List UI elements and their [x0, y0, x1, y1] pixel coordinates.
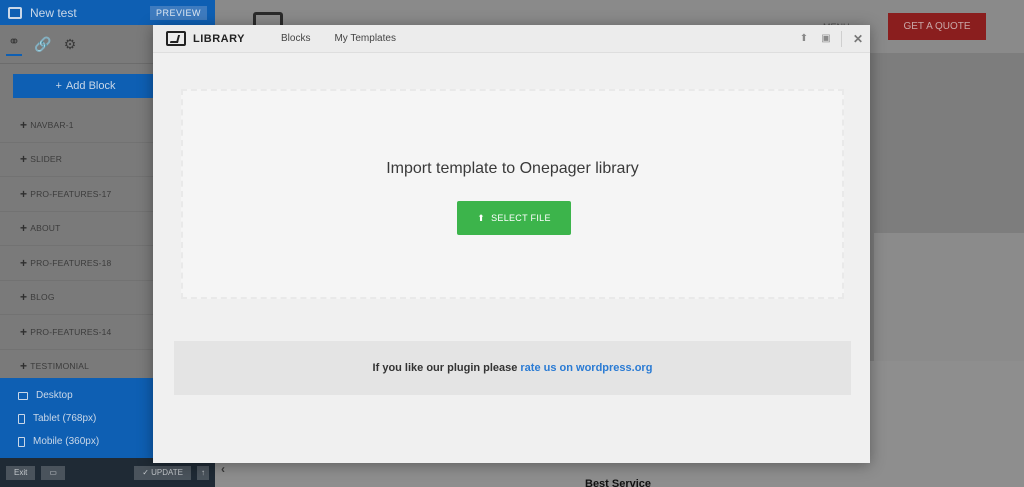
modal-body: Import template to Onepager library ⬆ SE… [153, 53, 870, 463]
collapse-chevron-icon[interactable]: ‹ [221, 462, 225, 476]
plus-icon: + [20, 290, 28, 305]
divider [841, 30, 842, 47]
check-icon: ✓ [142, 468, 152, 477]
rate-text: If you like our plugin please [372, 362, 518, 374]
block-label: TESTIMONIAL [30, 361, 90, 372]
library-modal: LIBRARY Blocks My Templates ⬆ ▣ ✕ Import… [153, 25, 870, 463]
update-button[interactable]: ✓ UPDATE [134, 465, 191, 480]
page-title: New test [30, 5, 77, 20]
service-heading: Best Service [585, 478, 652, 487]
device-label: Tablet (768px) [33, 413, 97, 424]
block-label: PRO-FEATURES-14 [30, 326, 112, 337]
close-icon[interactable]: ✕ [846, 32, 870, 46]
block-label: PRO-FEATURES-18 [30, 257, 112, 268]
select-file-label: SELECT FILE [491, 213, 551, 223]
desktop-icon [18, 391, 28, 400]
exit-button[interactable]: Exit [6, 465, 36, 480]
get-quote-button: GET A QUOTE [888, 13, 986, 40]
save-icon[interactable]: ▣ [815, 33, 837, 44]
modal-title: LIBRARY [193, 32, 245, 45]
mobile-icon [18, 436, 25, 447]
add-block-label: Add Block [65, 80, 116, 92]
hero-image [874, 233, 1024, 361]
block-label: BLOG [30, 292, 55, 303]
scroll-up-button[interactable]: ↑ [197, 465, 209, 480]
plus-icon: + [20, 324, 28, 339]
modal-header: LIBRARY Blocks My Templates ⬆ ▣ ✕ [153, 25, 870, 53]
library-logo-icon [166, 31, 186, 46]
update-label: UPDATE [151, 468, 183, 477]
plus-icon: + [20, 117, 28, 132]
rate-link[interactable]: rate us on wordpress.org [520, 362, 652, 374]
plus-icon: + [55, 80, 62, 92]
onepager-logo-icon [8, 6, 22, 19]
rate-plugin-bar: If you like our plugin please rate us on… [174, 341, 851, 395]
blocks-tab-icon[interactable]: ⚭ [6, 33, 22, 56]
monitor-button[interactable]: ▭ [41, 465, 65, 480]
import-dropzone[interactable]: Import template to Onepager library ⬆ SE… [181, 89, 844, 299]
arrow-up-icon: ↑ [201, 468, 205, 477]
import-heading: Import template to Onepager library [386, 160, 639, 177]
add-block-button[interactable]: + Add Block [13, 74, 158, 98]
upload-icon[interactable]: ⬆ [793, 33, 815, 44]
block-label: SLIDER [30, 154, 63, 165]
plus-icon: + [20, 152, 28, 167]
select-file-button[interactable]: ⬆ SELECT FILE [457, 201, 571, 235]
plus-icon: + [20, 186, 28, 201]
tab-blocks[interactable]: Blocks [281, 33, 310, 44]
block-label: ABOUT [30, 223, 61, 234]
block-label: PRO-FEATURES-17 [30, 188, 112, 199]
settings-gear-icon[interactable]: ⚙ [62, 36, 78, 53]
plus-icon: + [20, 359, 28, 374]
tab-my-templates[interactable]: My Templates [334, 33, 396, 44]
modal-actions: ⬆ ▣ ✕ [793, 25, 870, 52]
plus-icon: + [20, 255, 28, 270]
upload-icon: ⬆ [477, 212, 486, 223]
plus-icon: + [20, 221, 28, 236]
link-tab-icon[interactable]: 🔗 [34, 36, 51, 53]
sidebar-header: New test PREVIEW [0, 0, 215, 25]
device-label: Desktop [36, 390, 73, 401]
tablet-icon [18, 413, 25, 424]
device-label: Mobile (360px) [33, 436, 100, 447]
monitor-icon: ▭ [49, 468, 57, 477]
preview-button[interactable]: PREVIEW [149, 5, 207, 20]
block-label: NAVBAR-1 [30, 119, 74, 130]
